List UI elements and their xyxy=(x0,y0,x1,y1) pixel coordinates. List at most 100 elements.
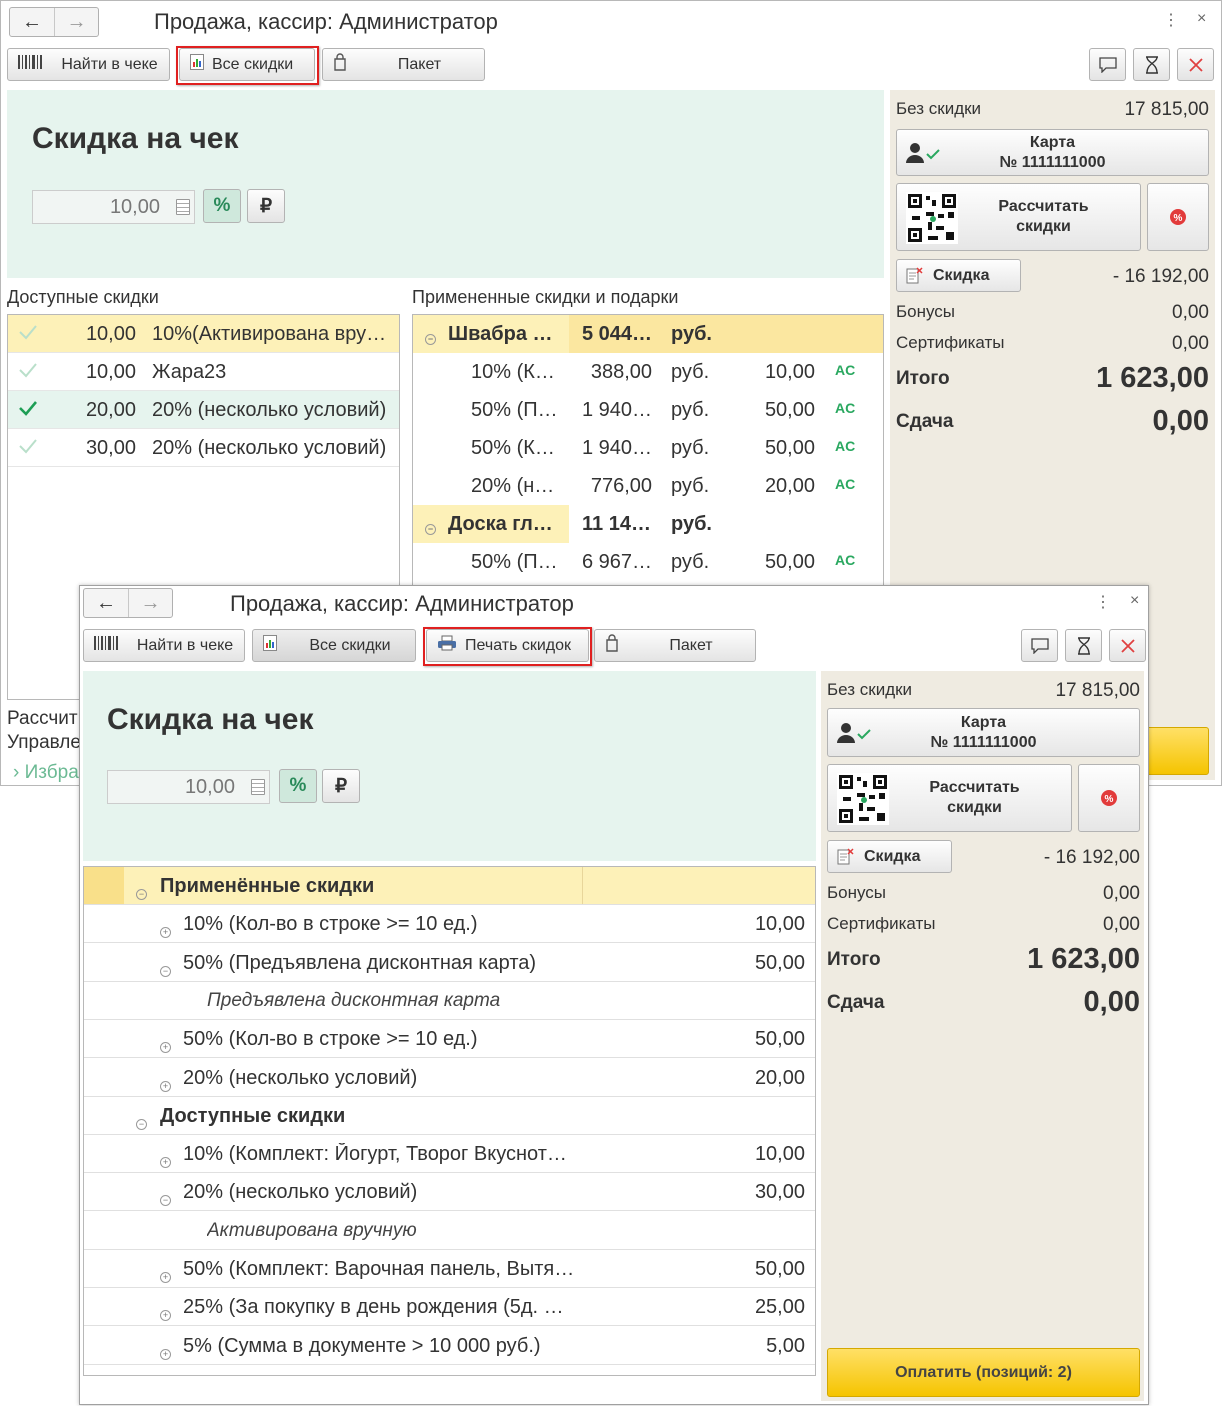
percent-discount-button[interactable]: % xyxy=(1078,764,1140,832)
check-icon[interactable] xyxy=(18,399,38,423)
calculate-discounts-button[interactable]: Рассчитать скидки xyxy=(896,183,1141,251)
find-in-receipt-button[interactable]: Найти в чеке xyxy=(7,48,170,81)
receipt-discount-panel xyxy=(83,671,816,861)
expand-icon[interactable]: + xyxy=(160,918,171,941)
find-label: Найти в чеке xyxy=(61,55,158,73)
discount-button[interactable]: Скидка xyxy=(896,259,1021,292)
discount-value: 20,00 xyxy=(754,1066,805,1089)
discount-input[interactable]: 10,00 xyxy=(107,770,270,804)
table-row[interactable]: 10,00 10%(Активирована вру… xyxy=(8,315,399,353)
tree-row[interactable]: +10% (Комплект: Йогурт, Творог Вкуснот… 1… xyxy=(84,1135,815,1174)
back-arrow-icon[interactable]: ← xyxy=(84,589,128,617)
group-row[interactable]: − Применённые скидки xyxy=(84,867,815,905)
tree-row[interactable]: Предъявлена дисконтная карта xyxy=(84,982,815,1020)
expand-icon[interactable]: + xyxy=(160,1148,171,1171)
tree-row[interactable]: +20% (несколько условий) 20,00 xyxy=(84,1059,815,1097)
percent-toggle[interactable]: % xyxy=(203,189,241,223)
collapse-icon[interactable]: − xyxy=(425,325,436,348)
table-row[interactable]: 20,00 20% (несколько условий) xyxy=(8,391,399,429)
group-row[interactable]: − Доступные скидки xyxy=(84,1097,815,1135)
discount-receipt-icon xyxy=(906,266,923,283)
ruble-toggle[interactable]: ₽ xyxy=(322,769,360,803)
discount-button[interactable]: Скидка xyxy=(827,840,952,873)
manage-link-fragment[interactable]: Управле xyxy=(7,732,81,754)
cancel-button[interactable] xyxy=(1177,48,1214,81)
discount-input[interactable]: 10,00 xyxy=(32,190,195,224)
cert-value: 0,00 xyxy=(1172,333,1209,354)
collapse-icon[interactable]: − xyxy=(136,1110,147,1133)
calculator-icon[interactable] xyxy=(176,199,190,215)
table-row[interactable]: 20% (н… 776,00 руб. 20,00 AC xyxy=(413,467,883,505)
group-row[interactable]: − Доска гл… 11 14… руб. xyxy=(413,505,883,543)
more-menu-icon[interactable]: ⋮ xyxy=(1163,10,1179,30)
collapse-icon[interactable]: − xyxy=(425,515,436,538)
find-in-receipt-button[interactable]: Найти в чеке xyxy=(83,629,245,662)
pay-button[interactable]: Оплатить (позиций: 2) xyxy=(827,1348,1140,1397)
currency-cell: руб. xyxy=(671,323,712,345)
expand-icon[interactable]: + xyxy=(160,1301,171,1324)
tree-row[interactable]: +10% (Кол-во в строке >= 10 ед.) 10,00 xyxy=(84,905,815,944)
expand-icon[interactable]: + xyxy=(160,1263,171,1286)
back-arrow-icon[interactable]: ← xyxy=(10,8,54,36)
tree-row[interactable]: −50% (Предъявлена дисконтная карта) 50,00 xyxy=(84,944,815,982)
percent-discount-button[interactable]: % xyxy=(1147,183,1209,251)
cancel-x-icon xyxy=(1120,638,1135,653)
table-row[interactable]: 10% (К… 388,00 руб. 10,00 AC xyxy=(413,353,883,391)
collapse-icon[interactable]: − xyxy=(160,957,171,980)
highlight-frame xyxy=(176,46,319,85)
no-discount-value: 17 815,00 xyxy=(1055,680,1140,701)
calc-label-1: Рассчитать xyxy=(998,198,1089,215)
comment-button[interactable] xyxy=(1021,629,1058,662)
calc-link-fragment[interactable]: Рассчит xyxy=(7,708,78,730)
expand-icon[interactable]: + xyxy=(160,1033,171,1056)
table-row[interactable]: 50% (П… 6 967… руб. 50,00 AC xyxy=(413,543,883,581)
forward-arrow-icon[interactable]: → xyxy=(54,8,98,36)
more-menu-icon[interactable]: ⋮ xyxy=(1095,592,1111,612)
collapse-icon[interactable]: − xyxy=(136,880,147,903)
check-icon[interactable] xyxy=(18,323,38,347)
table-row[interactable]: 50% (П… 1 940… руб. 50,00 AC xyxy=(413,391,883,429)
tree-row[interactable]: −20% (несколько условий) 30,00 xyxy=(84,1173,815,1212)
close-icon[interactable]: × xyxy=(1130,592,1139,610)
expand-icon[interactable]: + xyxy=(160,1072,171,1095)
table-row[interactable]: 30,00 20% (несколько условий) xyxy=(8,429,399,467)
hourglass-button[interactable] xyxy=(1133,48,1170,81)
tree-row[interactable]: +50% (Комплект: Варочная панель, Вытя… 50… xyxy=(84,1250,815,1288)
all-discounts-button[interactable]: Все скидки xyxy=(252,629,416,662)
window-title: Продажа, кассир: Администратор xyxy=(154,9,498,34)
hourglass-button[interactable] xyxy=(1065,629,1102,662)
ruble-toggle[interactable]: ₽ xyxy=(247,189,285,223)
close-icon[interactable]: × xyxy=(1197,10,1206,28)
cert-label: Сертификаты xyxy=(896,333,1005,352)
tree-row[interactable]: +50% (Кол-во в строке >= 10 ед.) 50,00 xyxy=(84,1020,815,1059)
calculator-icon[interactable] xyxy=(251,779,265,795)
group-row[interactable]: − Швабра … 5 044… руб. xyxy=(413,315,883,353)
group-title: Доступные скидки xyxy=(160,1104,346,1127)
change-label: Сдача xyxy=(827,992,885,1013)
tree-row[interactable]: +5% (Сумма в документе > 10 000 руб.) 5,0… xyxy=(84,1327,815,1365)
bag-icon xyxy=(605,634,619,657)
tree-row[interactable]: Активирована вручную xyxy=(84,1212,815,1250)
collapse-icon[interactable]: − xyxy=(160,1186,171,1209)
percent-cell: 20,00 xyxy=(764,475,815,497)
check-icon[interactable] xyxy=(18,437,38,461)
card-button[interactable]: Карта № 1111111000 xyxy=(827,708,1140,757)
expand-icon[interactable]: + xyxy=(160,1340,171,1363)
tree-row[interactable]: +25% (За покупку в день рождения (5д. … 2… xyxy=(84,1288,815,1327)
discount-value: 25,00 xyxy=(754,1296,805,1319)
check-icon[interactable] xyxy=(18,361,38,385)
forward-arrow-icon[interactable]: → xyxy=(128,589,172,617)
card-number: № 1111111000 xyxy=(999,153,1106,171)
calculate-discounts-button[interactable]: Рассчитать скидки xyxy=(827,764,1072,832)
table-row[interactable]: 10,00 Жара23 xyxy=(8,353,399,391)
discount-header: Скидка на чек xyxy=(107,703,314,736)
percent-toggle[interactable]: % xyxy=(279,769,317,803)
table-row[interactable]: 50% (К… 1 940… руб. 50,00 AC xyxy=(413,429,883,467)
package-button[interactable]: Пакет xyxy=(322,48,485,81)
comment-button[interactable] xyxy=(1089,48,1126,81)
package-button[interactable]: Пакет xyxy=(594,629,756,662)
favorites-link-fragment[interactable]: › Избра xyxy=(13,762,79,784)
card-button[interactable]: Карта № 1111111000 xyxy=(896,129,1209,176)
change-value: 0,00 xyxy=(1152,405,1209,437)
cancel-button[interactable] xyxy=(1109,629,1146,662)
